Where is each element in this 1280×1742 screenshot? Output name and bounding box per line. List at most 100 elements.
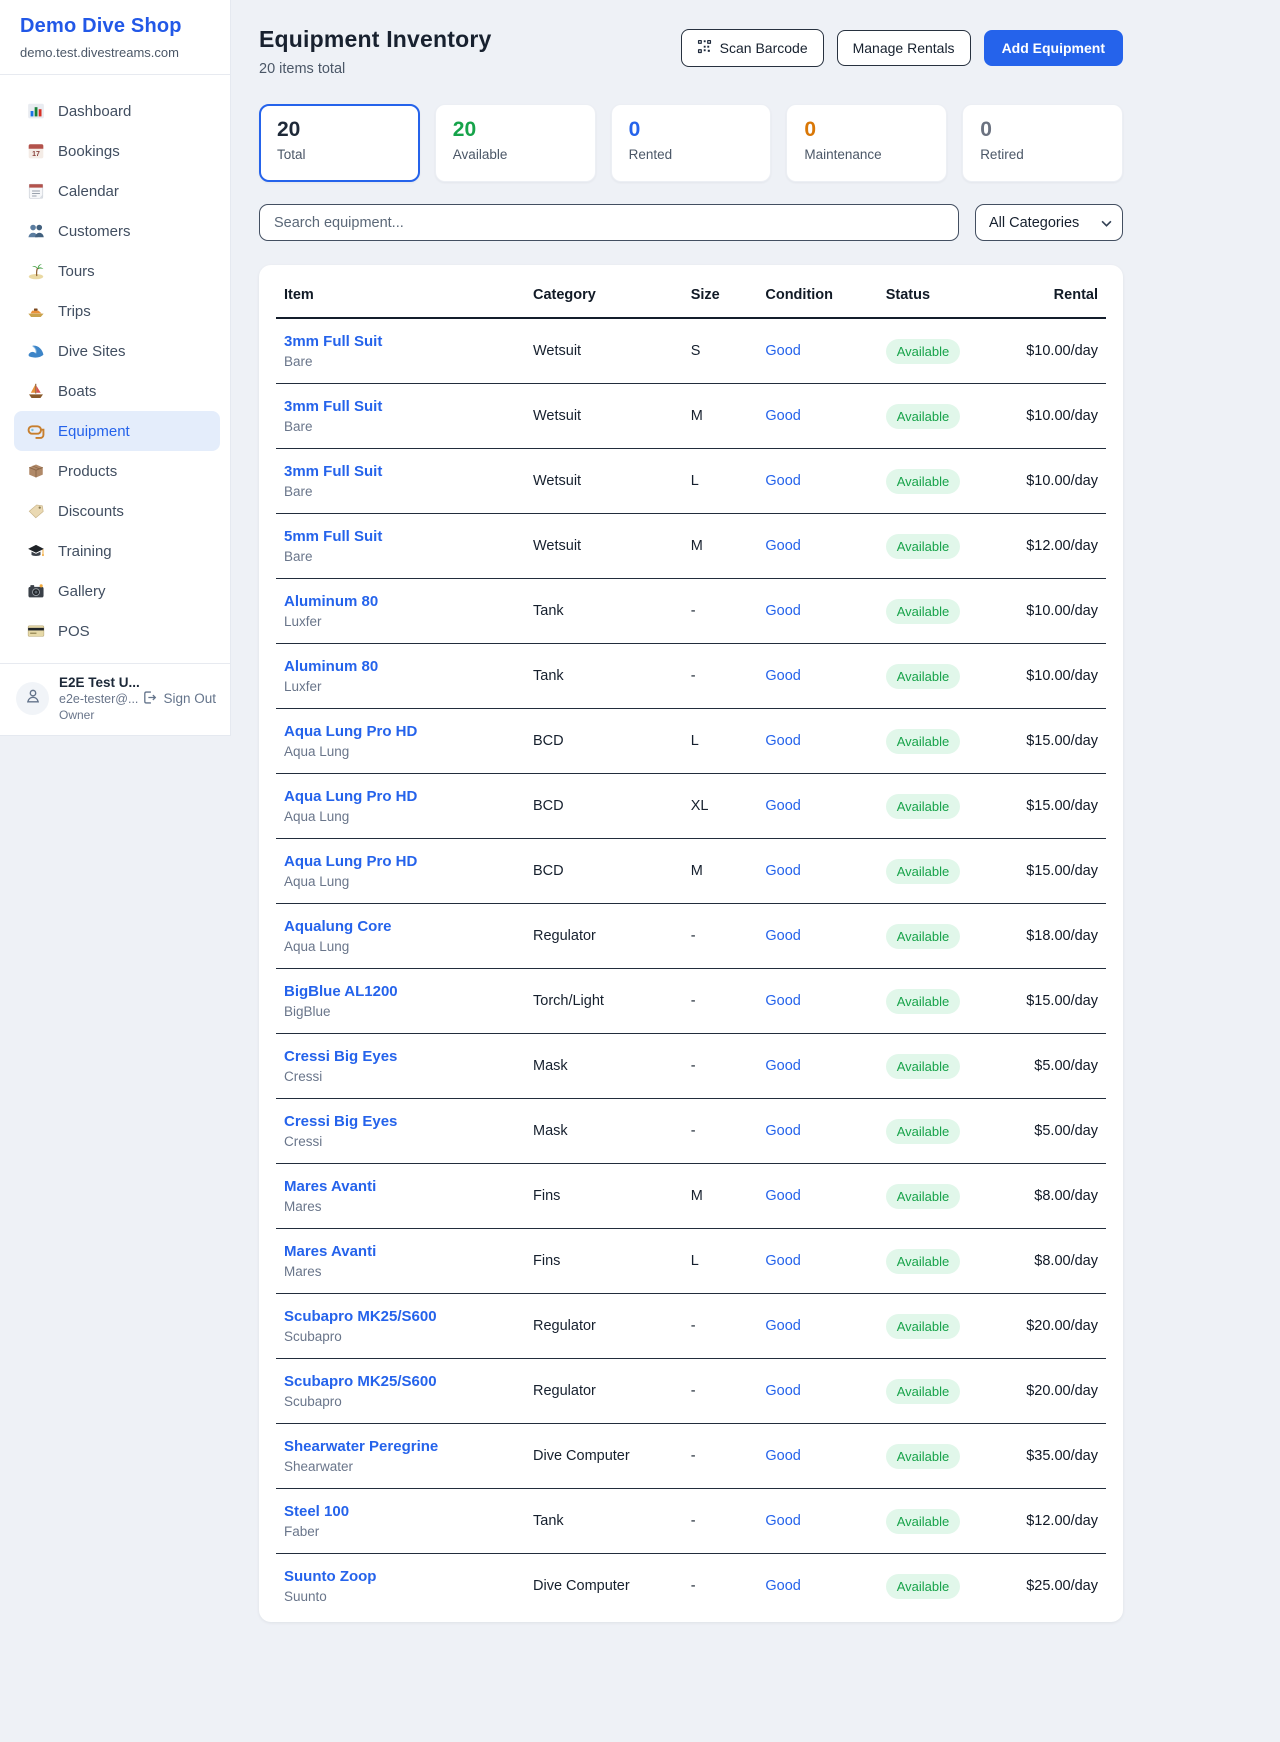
item-name-link[interactable]: Aqua Lung Pro HD [284,853,517,870]
manage-rentals-button[interactable]: Manage Rentals [837,30,971,66]
condition-link[interactable]: Good [765,1383,800,1399]
column-header-status[interactable]: Status [878,267,1007,318]
item-name-link[interactable]: 5mm Full Suit [284,528,517,545]
condition-link[interactable]: Good [765,1253,800,1269]
column-header-rental[interactable]: Rental [1006,267,1106,318]
stat-card-available[interactable]: 20Available [435,104,596,182]
condition-link[interactable]: Good [765,928,800,944]
condition-link[interactable]: Good [765,1318,800,1334]
sidebar-item-dive-sites[interactable]: Dive Sites [14,331,220,371]
add-equipment-label: Add Equipment [1002,40,1105,56]
stat-card-maintenance[interactable]: 0Maintenance [786,104,947,182]
item-cell: 3mm Full Suit Bare [276,384,525,449]
condition-link[interactable]: Good [765,603,800,619]
item-cell: Aqua Lung Pro HD Aqua Lung [276,774,525,839]
column-header-item[interactable]: Item [276,267,525,318]
item-name-link[interactable]: BigBlue AL1200 [284,983,517,1000]
category-cell: Regulator [525,1294,683,1359]
sidebar-item-discounts[interactable]: Discounts [14,491,220,531]
item-name-link[interactable]: Aqua Lung Pro HD [284,788,517,805]
condition-link[interactable]: Good [765,1578,800,1594]
condition-link[interactable]: Good [765,863,800,879]
sidebar-item-label: Equipment [58,423,130,440]
sidebar-item-dashboard[interactable]: Dashboard [14,91,220,131]
page-header: Equipment Inventory 20 items total Scan … [259,26,1123,77]
condition-link[interactable]: Good [765,1188,800,1204]
sidebar-item-boats[interactable]: Boats [14,371,220,411]
item-name-link[interactable]: Mares Avanti [284,1178,517,1195]
condition-link[interactable]: Good [765,993,800,1009]
condition-link[interactable]: Good [765,668,800,684]
item-cell: Aluminum 80Luxfer [276,579,525,644]
status-badge: Available [886,1509,961,1534]
brand-title[interactable]: Demo Dive Shop [20,15,210,38]
condition-link[interactable]: Good [765,1448,800,1464]
condition-cell: Good [757,1554,877,1619]
add-equipment-button[interactable]: Add Equipment [984,30,1123,66]
sidebar-nav: Dashboard17BookingsCalendarCustomersTour… [0,74,230,663]
sidebar-item-bookings[interactable]: 17Bookings [14,131,220,171]
item-brand: Bare [284,419,517,434]
scan-barcode-button[interactable]: Scan Barcode [681,29,824,67]
condition-link[interactable]: Good [765,798,800,814]
app-root: Demo Dive Shop demo.test.divestreams.com… [0,0,1280,1652]
item-name-link[interactable]: Cressi Big Eyes [284,1113,517,1130]
condition-link[interactable]: Good [765,408,800,424]
sidebar-item-trips[interactable]: Trips [14,291,220,331]
bookings-icon: 17 [26,142,45,161]
column-header-condition[interactable]: Condition [757,267,877,318]
item-brand: Aqua Lung [284,809,517,824]
sidebar-item-tours[interactable]: Tours [14,251,220,291]
stat-card-total[interactable]: 20Total [259,104,420,182]
item-name-link[interactable]: Steel 100 [284,1503,517,1520]
item-name-link[interactable]: 3mm Full Suit [284,398,517,415]
item-cell: 3mm Full SuitBare [276,318,525,384]
category-cell: Torch/Light [525,969,683,1034]
item-brand: Scubapro [284,1394,517,1409]
condition-link[interactable]: Good [765,538,800,554]
sidebar-item-label: Gallery [58,583,106,600]
item-name-link[interactable]: Cressi Big Eyes [284,1048,517,1065]
sidebar-item-products[interactable]: Products [14,451,220,491]
condition-cell: Good [757,644,877,709]
size-cell: - [683,1294,758,1359]
item-name-link[interactable]: Aqualung Core [284,918,517,935]
stat-label: Maintenance [804,147,929,162]
condition-link[interactable]: Good [765,1058,800,1074]
stat-card-rented[interactable]: 0Rented [611,104,772,182]
item-name-link[interactable]: Scubapro MK25/S600 [284,1373,517,1390]
condition-cell: Good [757,1424,877,1489]
category-select[interactable]: All Categories [975,204,1123,241]
condition-link[interactable]: Good [765,733,800,749]
sidebar-item-customers[interactable]: Customers [14,211,220,251]
item-cell: 5mm Full SuitBare [276,514,525,579]
sidebar: Demo Dive Shop demo.test.divestreams.com… [0,0,231,736]
column-header-category[interactable]: Category [525,267,683,318]
sidebar-item-calendar[interactable]: Calendar [14,171,220,211]
condition-link[interactable]: Good [765,1123,800,1139]
item-name-link[interactable]: Scubapro MK25/S600 [284,1308,517,1325]
sign-out-icon [142,690,157,708]
condition-link[interactable]: Good [765,473,800,489]
item-name-link[interactable]: Aqua Lung Pro HD [284,723,517,740]
sidebar-item-gallery[interactable]: Gallery [14,571,220,611]
item-name-link[interactable]: Shearwater Peregrine [284,1438,517,1455]
item-name-link[interactable]: Aluminum 80 [284,593,517,610]
sidebar-item-training[interactable]: Training [14,531,220,571]
condition-link[interactable]: Good [765,1513,800,1529]
item-name-link[interactable]: Aluminum 80 [284,658,517,675]
condition-link[interactable]: Good [765,343,800,359]
search-input[interactable] [259,204,959,241]
item-cell: Aqua Lung Pro HDAqua Lung [276,709,525,774]
sidebar-item-pos[interactable]: POS [14,611,220,651]
stat-card-retired[interactable]: 0Retired [962,104,1123,182]
customers-icon [26,222,45,241]
item-name-link[interactable]: 3mm Full Suit [284,333,517,350]
sidebar-item-equipment[interactable]: Equipment [14,411,220,451]
sign-out-button[interactable]: Sign Out [142,690,216,708]
column-header-size[interactable]: Size [683,267,758,318]
item-name-link[interactable]: Suunto Zoop [284,1568,517,1585]
item-name-link[interactable]: Mares Avanti [284,1243,517,1260]
category-cell: Dive Computer [525,1554,683,1619]
item-name-link[interactable]: 3mm Full Suit [284,463,517,480]
